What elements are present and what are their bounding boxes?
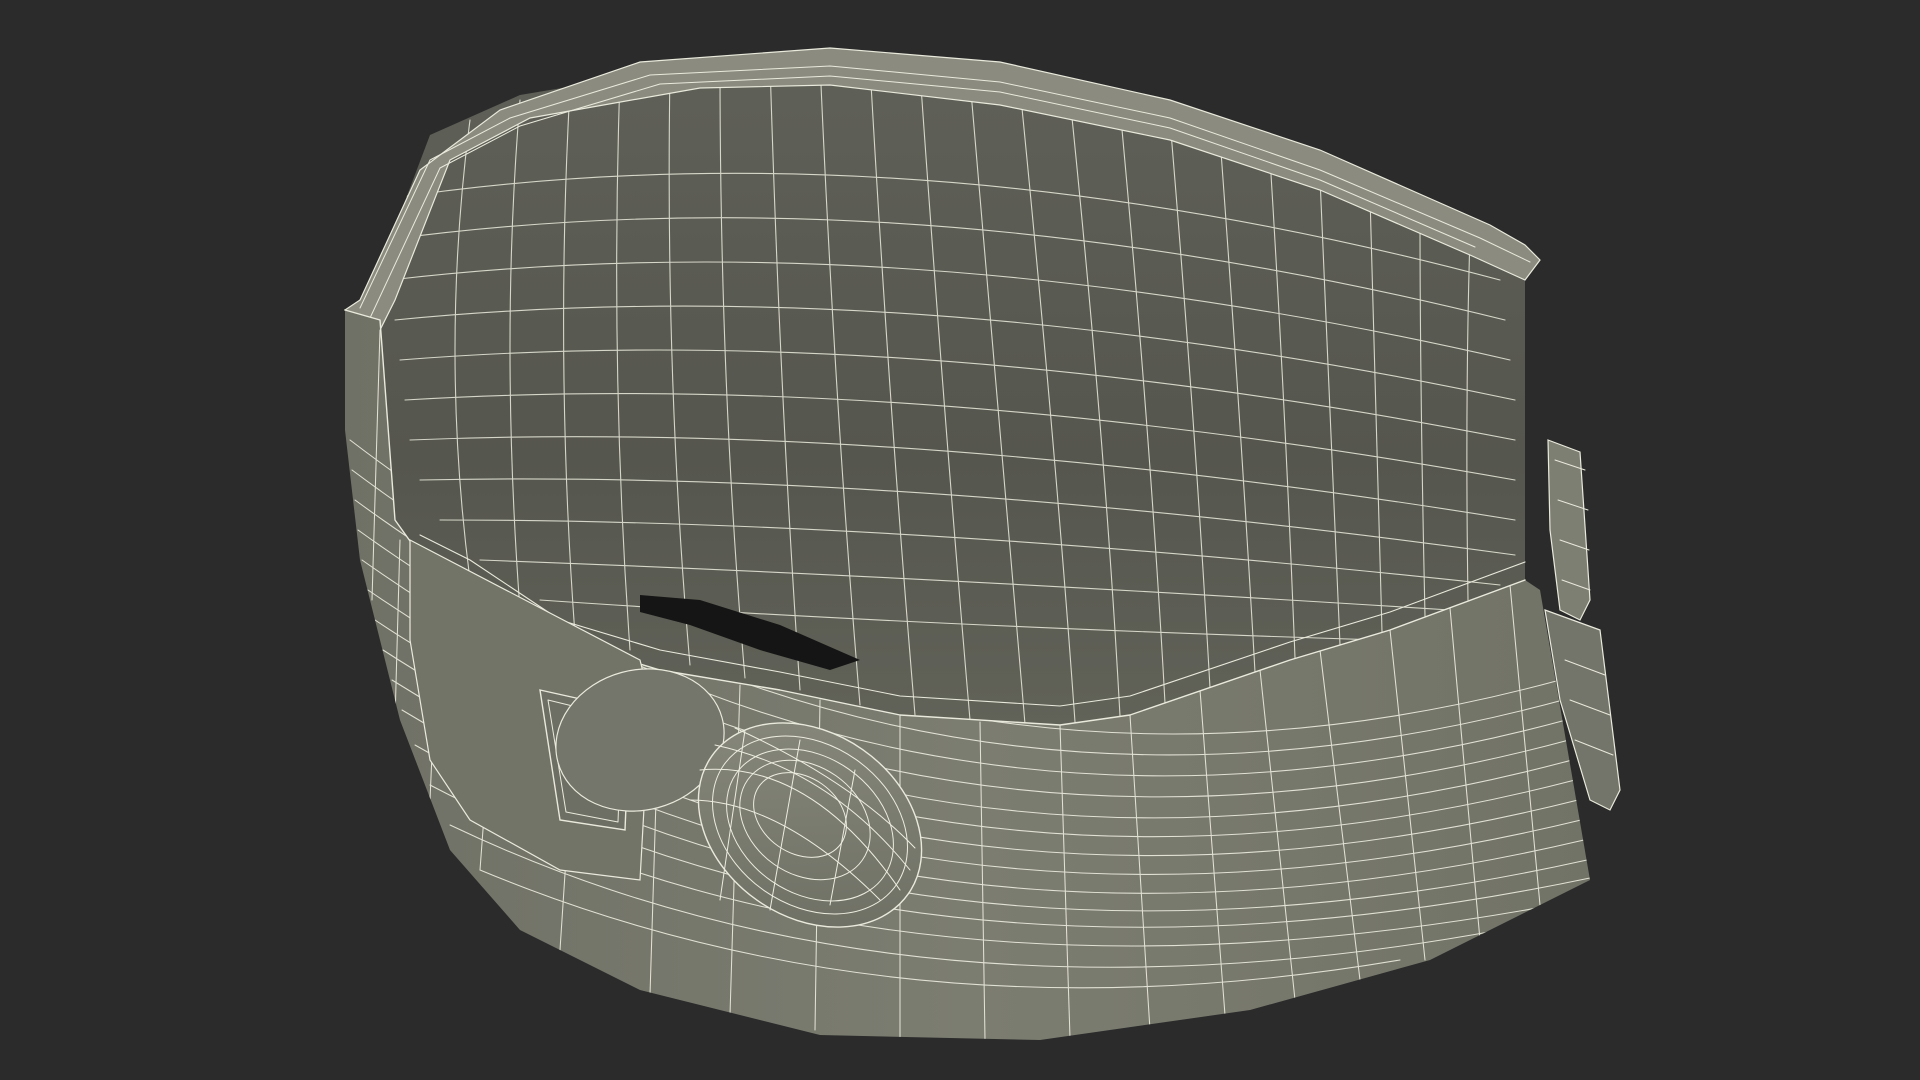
- render-canvas: [0, 0, 1920, 1080]
- render-viewport: [0, 0, 1920, 1080]
